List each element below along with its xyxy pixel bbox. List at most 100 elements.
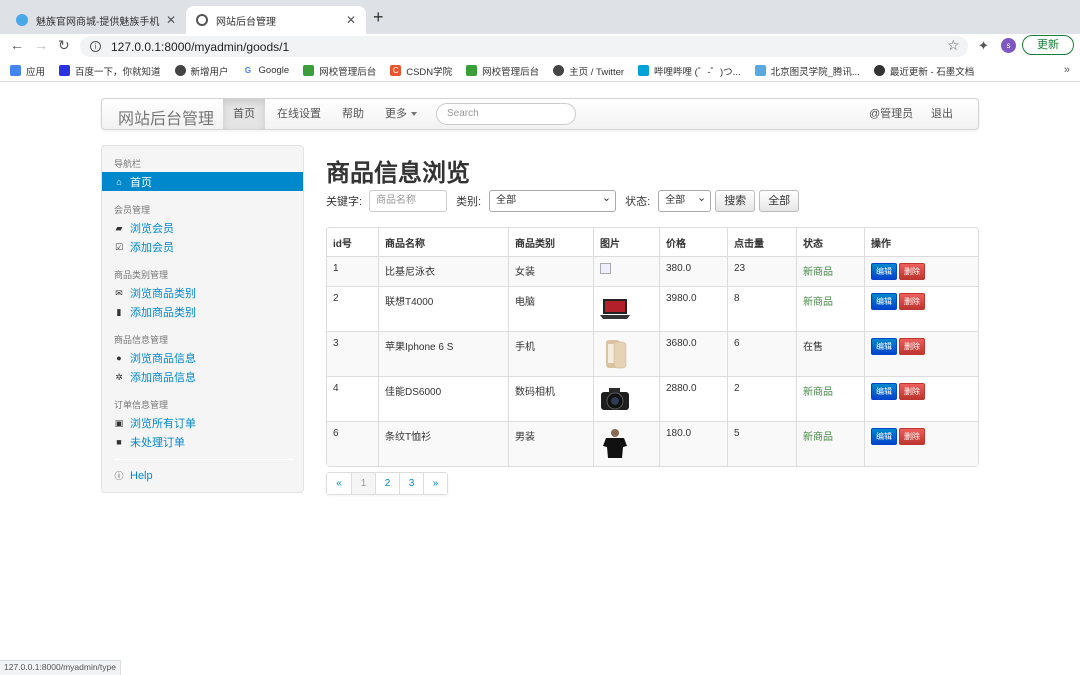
puzzle-icon[interactable]: ✦ xyxy=(978,38,989,54)
cell-category: 数码相机 xyxy=(508,376,593,421)
nav-logout[interactable]: 退出 xyxy=(921,99,963,129)
sidebar-group-title: 订单信息管理 xyxy=(114,400,169,410)
cell-clicks: 23 xyxy=(727,256,796,286)
pagination: « 1 2 3 » xyxy=(326,472,448,495)
sidebar-item-add-category[interactable]: ▮ 添加商品类别 xyxy=(114,304,196,320)
bookmark-google[interactable]: G Google xyxy=(242,65,290,76)
show-all-button[interactable]: 全部 xyxy=(759,190,800,212)
tab-meizu[interactable]: 魅族官网商城-提供魅族手机 PRO ✕ xyxy=(6,6,186,34)
csdn-icon: C xyxy=(390,65,402,76)
sidebar-item-label: 添加商品信息 xyxy=(130,372,196,384)
bookmark-label: 网校管理后台 xyxy=(482,66,540,78)
bookmarks-more-icon[interactable]: » xyxy=(1064,64,1070,76)
search-button[interactable]: 搜索 xyxy=(715,190,756,212)
bookmark-bilibili[interactable]: 哔哩哔哩 (゜-゜)つ... xyxy=(638,64,741,78)
col-name: 商品名称 xyxy=(378,228,508,256)
sidebar-item-add-member[interactable]: ☑ 添加会员 xyxy=(114,239,174,255)
star-icon[interactable]: ☆ xyxy=(947,37,960,54)
bookmark-turing[interactable]: 北京图灵学院_腾讯... xyxy=(754,64,860,78)
edit-button[interactable]: 编辑 xyxy=(871,383,897,400)
nav-user[interactable]: @管理员 xyxy=(859,99,923,129)
bookmark-csdn[interactable]: C CSDN学院 xyxy=(390,64,452,78)
sidebar-item-browse-members[interactable]: ▰ 浏览会员 xyxy=(114,220,174,236)
sidebar-group-title: 商品信息管理 xyxy=(114,335,169,345)
bookmark-baidu[interactable]: 百度一下，你就知道 xyxy=(59,64,161,78)
new-tab-icon[interactable]: + xyxy=(373,7,384,28)
tab-admin[interactable]: 网站后台管理 ✕ xyxy=(186,6,366,34)
nav-more[interactable]: 更多 xyxy=(375,99,427,129)
cell-category: 手机 xyxy=(508,331,593,376)
edit-button[interactable]: 编辑 xyxy=(871,263,897,280)
nav-settings[interactable]: 在线设置 xyxy=(267,99,331,129)
bookmark-school2[interactable]: 网校管理后台 xyxy=(466,64,539,78)
update-button[interactable]: 更新 xyxy=(1022,35,1074,55)
tshirt-thumbnail xyxy=(603,429,627,458)
sidebar-item-browse-goods[interactable]: ● 浏览商品信息 xyxy=(114,350,196,366)
cell-id: 2 xyxy=(327,286,378,331)
sidebar-item-browse-orders[interactable]: ▣ 浏览所有订单 xyxy=(114,415,196,431)
sidebar-item-label: Help xyxy=(130,469,153,482)
navbar-search-input[interactable]: Search xyxy=(436,103,576,125)
bookmark-school1[interactable]: 网校管理后台 xyxy=(303,64,376,78)
page-1[interactable]: 1 xyxy=(351,473,375,494)
sidebar-item-label: 添加会员 xyxy=(130,242,174,254)
broken-image-icon xyxy=(600,263,611,274)
sidebar-item-help[interactable]: ⓘ Help xyxy=(114,469,153,482)
back-icon[interactable]: ← xyxy=(10,37,24,53)
address-bar[interactable]: i 127.0.0.1:8000/myadmin/goods/1 xyxy=(80,36,968,57)
brand-title[interactable]: 网站后台管理 xyxy=(118,105,214,129)
edit-button[interactable]: 编辑 xyxy=(871,338,897,355)
delete-button[interactable]: 删除 xyxy=(899,338,925,355)
keyword-input[interactable]: 商品名称 xyxy=(369,190,448,212)
cell-actions: 编辑 删除 xyxy=(864,331,978,376)
nav-home[interactable]: 首页 xyxy=(223,99,265,129)
status-select[interactable]: 全部 xyxy=(658,188,712,212)
table-row: 2 联想T4000 电脑 3980.0 8 新商品 编辑 删除 xyxy=(327,286,978,331)
bookmark-label: Google xyxy=(258,65,290,76)
table-header-row: id号 商品名称 商品类别 图片 价格 点击量 状态 操作 xyxy=(327,228,978,256)
category-select[interactable]: 全部 xyxy=(489,188,617,212)
page-2[interactable]: 2 xyxy=(375,473,399,494)
close-icon[interactable]: ✕ xyxy=(166,13,176,27)
sidebar-item-home[interactable]: ⌂ 首页 xyxy=(102,172,303,191)
cell-clicks: 2 xyxy=(727,376,796,421)
bookmark-apps[interactable]: 应用 xyxy=(10,64,45,78)
profile-avatar[interactable]: s xyxy=(1001,38,1016,53)
delete-button[interactable]: 删除 xyxy=(899,428,925,445)
bookmark-newuser[interactable]: 新增用户 xyxy=(174,64,229,78)
page-3[interactable]: 3 xyxy=(399,473,423,494)
diamond-icon xyxy=(754,65,766,76)
camera-thumbnail xyxy=(601,388,629,410)
sidebar-item-label: 浏览商品类别 xyxy=(130,288,196,300)
delete-button[interactable]: 删除 xyxy=(899,293,925,310)
edit-button[interactable]: 编辑 xyxy=(871,428,897,445)
forward-icon[interactable]: → xyxy=(34,37,48,53)
sidebar-item-label: 浏览商品信息 xyxy=(130,353,196,365)
nav-more-label: 更多 xyxy=(385,108,407,120)
cell-status: 新商品 xyxy=(796,286,864,331)
cell-category: 女装 xyxy=(508,256,593,286)
bookmark-shimo[interactable]: 最近更新 - 石墨文档 xyxy=(873,64,974,78)
cell-price: 3980.0 xyxy=(659,286,727,331)
info-icon[interactable]: i xyxy=(90,41,101,52)
url-text: 127.0.0.1:8000/myadmin/goods/1 xyxy=(111,39,290,54)
edit-button[interactable]: 编辑 xyxy=(871,293,897,310)
sidebar-item-browse-categories[interactable]: ✉ 浏览商品类别 xyxy=(114,285,196,301)
delete-button[interactable]: 删除 xyxy=(899,263,925,280)
reload-icon[interactable]: ↻ xyxy=(58,37,70,54)
cell-id: 1 xyxy=(327,256,378,286)
sidebar-item-label: 首页 xyxy=(130,176,152,189)
col-category: 商品类别 xyxy=(508,228,593,256)
bookmark-twitter[interactable]: 主页 / Twitter xyxy=(553,64,624,78)
sidebar-item-pending-orders[interactable]: ■ 未处理订单 xyxy=(114,434,185,450)
nav-help[interactable]: 帮助 xyxy=(332,99,374,129)
cell-status: 新商品 xyxy=(796,421,864,466)
delete-button[interactable]: 删除 xyxy=(899,383,925,400)
cell-image xyxy=(593,286,659,331)
page-next[interactable]: » xyxy=(423,473,447,494)
close-icon[interactable]: ✕ xyxy=(346,13,356,27)
sidebar-item-add-goods[interactable]: ✲ 添加商品信息 xyxy=(114,369,196,385)
cell-actions: 编辑 删除 xyxy=(864,256,978,286)
page-prev[interactable]: « xyxy=(327,473,351,494)
cell-actions: 编辑 删除 xyxy=(864,376,978,421)
